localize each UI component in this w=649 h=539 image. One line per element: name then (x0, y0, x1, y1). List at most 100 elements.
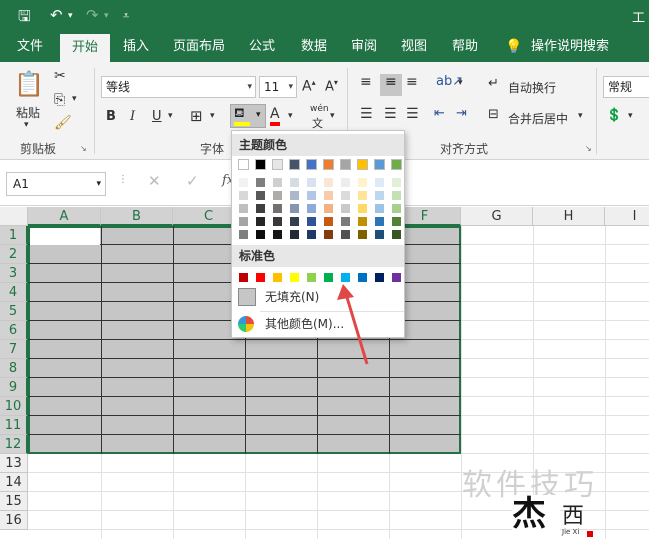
undo-dropdown-icon[interactable]: ▾ (68, 11, 73, 21)
paste-icon[interactable]: 📋 (14, 70, 44, 100)
theme-shade-swatch[interactable] (323, 190, 334, 201)
alignment-launcher-icon[interactable]: ↘ (585, 144, 592, 153)
row-header-5[interactable]: 5 (0, 302, 28, 321)
align-top-icon[interactable]: ≡ (360, 74, 372, 90)
row-header-3[interactable]: 3 (0, 264, 28, 283)
standard-color-swatch[interactable] (374, 272, 385, 283)
increase-font-icon[interactable]: A▴ (302, 78, 316, 95)
theme-shade-swatch[interactable] (357, 229, 368, 240)
theme-shade-swatch[interactable] (238, 229, 249, 240)
tab-help[interactable]: 帮助 (446, 32, 484, 62)
more-colors-item[interactable]: 其他颜色(M)... (232, 312, 404, 336)
phonetic-dropdown-icon[interactable]: ▾ (330, 111, 335, 121)
redo-dropdown-icon[interactable]: ▾ (104, 11, 109, 21)
borders-dropdown-icon[interactable]: ▾ (210, 111, 215, 121)
theme-shade-swatch[interactable] (340, 229, 351, 240)
no-fill-item[interactable]: 无填充(N) (232, 285, 404, 309)
phonetic-guide-icon[interactable]: wén (310, 104, 329, 114)
theme-color-swatch[interactable] (289, 159, 300, 170)
row-header-2[interactable]: 2 (0, 245, 28, 264)
bold-button[interactable]: B (106, 109, 116, 124)
tab-home[interactable]: 开始 (60, 34, 110, 62)
standard-color-swatch[interactable] (357, 272, 368, 283)
fill-color-button[interactable]: ⛾ ▾ (230, 104, 266, 128)
decrease-indent-icon[interactable]: ⇤ (434, 106, 445, 121)
theme-shade-swatch[interactable] (238, 203, 249, 214)
standard-color-swatch[interactable] (340, 272, 351, 283)
cut-icon[interactable]: ✂ (54, 68, 66, 84)
number-format-combo[interactable]: 常规 (603, 76, 649, 98)
customize-quick-access-icon[interactable]: ⩡ (123, 9, 129, 23)
row-header-15[interactable]: 15 (0, 492, 28, 511)
theme-shade-swatch[interactable] (272, 229, 283, 240)
theme-shade-swatch[interactable] (272, 190, 283, 201)
theme-shade-swatch[interactable] (374, 190, 385, 201)
tab-data[interactable]: 数据 (294, 32, 334, 62)
theme-shade-swatch[interactable] (289, 203, 300, 214)
theme-shade-swatch[interactable] (306, 229, 317, 240)
underline-button[interactable]: U (152, 109, 162, 124)
theme-shade-swatch[interactable] (306, 177, 317, 188)
theme-color-swatch[interactable] (357, 159, 368, 170)
row-header-4[interactable]: 4 (0, 283, 28, 302)
borders-icon[interactable]: ⊞ (190, 107, 203, 125)
theme-shade-swatch[interactable] (374, 203, 385, 214)
merge-center-button[interactable]: 合并后居中 (508, 110, 568, 127)
standard-color-swatch[interactable] (306, 272, 317, 283)
merge-center-icon[interactable]: ⊟ (488, 107, 499, 122)
theme-shade-swatch[interactable] (391, 190, 402, 201)
decrease-font-icon[interactable]: A▾ (325, 78, 338, 94)
row-header-16[interactable]: 16 (0, 511, 28, 530)
theme-shade-swatch[interactable] (391, 216, 402, 227)
font-size-combo[interactable]: 11 ▾ (259, 76, 297, 98)
theme-shade-swatch[interactable] (238, 216, 249, 227)
theme-shade-swatch[interactable] (357, 203, 368, 214)
tab-page-layout[interactable]: 页面布局 (168, 32, 230, 62)
tab-insert[interactable]: 插入 (116, 32, 156, 62)
theme-color-swatch[interactable] (391, 159, 402, 170)
redo-icon[interactable]: ↷ (86, 6, 99, 24)
tab-formulas[interactable]: 公式 (244, 32, 280, 62)
enter-icon[interactable]: ✓ (186, 172, 199, 190)
theme-shade-swatch[interactable] (374, 229, 385, 240)
row-header-12[interactable]: 12 (0, 435, 28, 454)
theme-shade-swatch[interactable] (357, 216, 368, 227)
paste-label[interactable]: 粘贴 (16, 104, 40, 121)
copy-dropdown-icon[interactable]: ▾ (72, 94, 77, 104)
theme-shade-swatch[interactable] (340, 190, 351, 201)
theme-shade-swatch[interactable] (255, 177, 266, 188)
theme-shade-swatch[interactable] (289, 229, 300, 240)
format-painter-icon[interactable]: 🖌 (54, 115, 72, 131)
theme-shade-swatch[interactable] (323, 216, 334, 227)
theme-shade-swatch[interactable] (238, 177, 249, 188)
theme-shade-swatch[interactable] (255, 229, 266, 240)
standard-color-swatch[interactable] (255, 272, 266, 283)
column-header-g[interactable]: G (461, 207, 533, 226)
theme-shade-swatch[interactable] (340, 216, 351, 227)
theme-shade-swatch[interactable] (374, 216, 385, 227)
row-header-7[interactable]: 7 (0, 340, 28, 359)
standard-color-swatch[interactable] (238, 272, 249, 283)
undo-icon[interactable]: ↶ (50, 6, 63, 24)
theme-shade-swatch[interactable] (272, 216, 283, 227)
active-cell-a1[interactable] (30, 228, 100, 245)
theme-shade-swatch[interactable] (357, 190, 368, 201)
align-bottom-icon[interactable]: ≡ (406, 74, 418, 90)
column-header-h[interactable]: H (533, 207, 605, 226)
theme-shade-swatch[interactable] (272, 177, 283, 188)
font-color-dropdown-icon[interactable]: ▾ (288, 111, 293, 121)
theme-color-swatch[interactable] (323, 159, 334, 170)
theme-shade-swatch[interactable] (255, 203, 266, 214)
column-header-i[interactable]: I (605, 207, 649, 226)
theme-shade-swatch[interactable] (255, 190, 266, 201)
theme-shade-swatch[interactable] (289, 216, 300, 227)
theme-shade-swatch[interactable] (357, 177, 368, 188)
tab-file[interactable]: 文件 (8, 32, 52, 62)
theme-shade-swatch[interactable] (238, 190, 249, 201)
align-left-icon[interactable]: ☰ (360, 106, 373, 122)
align-right-icon[interactable]: ☰ (406, 106, 419, 122)
standard-color-swatch[interactable] (272, 272, 283, 283)
italic-button[interactable]: I (130, 109, 135, 124)
row-header-10[interactable]: 10 (0, 397, 28, 416)
theme-shade-swatch[interactable] (306, 216, 317, 227)
